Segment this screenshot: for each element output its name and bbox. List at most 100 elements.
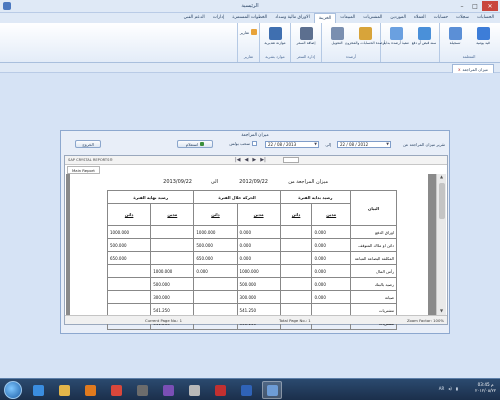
taskbar-app[interactable] (80, 381, 100, 399)
ribbon-tab[interactable]: الدعم الفني (180, 13, 209, 23)
ribbon-group-buttons: أرصدة الحسابات والمخزون التحويل (324, 25, 385, 53)
ribbon-group-label: المتعلمة (462, 54, 476, 59)
ribbon-button[interactable]: التحويل (324, 25, 350, 53)
from-date-field[interactable]: 22 / 08 / 2012 ▼ (337, 141, 391, 148)
taskbar-app[interactable] (210, 381, 230, 399)
ie-icon (32, 384, 44, 396)
prev-page-icon[interactable]: ◀ (245, 157, 249, 164)
ribbon-button[interactable]: أرصدة الحسابات والمخزون (345, 25, 385, 53)
taskbar-app[interactable] (54, 381, 74, 399)
ribbon-button[interactable]: سند قبض أو دفع (411, 25, 437, 53)
credit-header: دائن (106, 203, 152, 226)
ribbon-group-buttons: سند قبض أو دفع تنفيذ أرصدة بداية (383, 25, 437, 53)
start-button[interactable] (4, 381, 22, 399)
ribbon-group-buttons: موازنة تقديرية (262, 25, 288, 53)
checkbox-box[interactable] (252, 141, 257, 146)
to-date-field[interactable]: 22 / 08 / 2013 ▼ (265, 141, 319, 148)
scroll-up-icon[interactable]: ▲ (438, 174, 445, 181)
taskbar-app[interactable] (184, 381, 204, 399)
taskbar-app[interactable] (236, 381, 256, 399)
table-row: المكلفة البضاعة المباعة 0.000 0.000 650.000… (106, 251, 397, 265)
amount-cell: 300.000 (236, 290, 281, 304)
close-button[interactable]: ✕ (482, 1, 498, 11)
period-movement-header: الحركة خلال الفترة (193, 190, 281, 204)
ribbon-tab[interactable]: العملاء (410, 13, 430, 23)
last-page-icon[interactable]: ▶| (260, 157, 266, 164)
zoom-status: Zoom Factor: 100% (406, 318, 444, 323)
ribbon-tab[interactable]: المبيعات (336, 13, 359, 23)
account-cell: اوراق الدفع (350, 225, 397, 239)
ribbon-button[interactable]: إضافة السعر (293, 25, 319, 53)
account-cell: صيانة (350, 290, 397, 304)
ribbon-tab[interactable]: الخزينة (313, 13, 337, 23)
ribbon-button-label: موازنة تقديرية (264, 41, 286, 45)
folder-stack-icon (358, 27, 372, 40)
amount-cell (106, 264, 152, 278)
document-tab-trial-balance[interactable]: x ميزان المراجعة (452, 64, 494, 73)
network-icon[interactable]: ▮ (456, 386, 458, 391)
ribbon-group-label: موارد بشرية (265, 54, 285, 59)
ribbon-tab[interactable]: الخطوات المستمرة (228, 13, 271, 23)
amount-cell: 300.000 (150, 290, 195, 304)
ribbon-tab[interactable]: الاوراق مالية وسداد (271, 13, 314, 23)
word-icon (240, 384, 252, 396)
amount-cell: 1000.000 (106, 225, 152, 239)
ribbon-tab[interactable]: سجلات (452, 13, 473, 23)
ribbon-button[interactable]: تسجيلة (442, 25, 468, 53)
dropdown-arrow-icon[interactable]: ▼ (314, 142, 317, 147)
report-page: ميزان المراجعة من 2012/09/22 الى 2013/09… (70, 174, 428, 330)
ribbon-button[interactable]: موازنة تقديرية (262, 25, 288, 53)
dropdown-arrow-icon[interactable]: ▼ (386, 142, 389, 147)
chrome-icon (110, 384, 122, 396)
minimize-button[interactable]: – (456, 1, 468, 11)
scroll-down-icon[interactable]: ▼ (438, 308, 445, 315)
ribbon-tab[interactable]: الحسابات (473, 13, 498, 23)
maximize-button[interactable]: □ (469, 1, 481, 11)
amount-cell (193, 277, 238, 291)
amount-cell: 0.000 (236, 225, 281, 239)
ribbon-button[interactable]: قيد يومية (470, 25, 496, 53)
clock[interactable]: 03:45 م ٢٠١٢/٠٨/٢٢ (475, 382, 496, 394)
taskbar-app[interactable] (106, 381, 126, 399)
report-icon (251, 29, 257, 35)
close-tab-icon[interactable]: x (458, 67, 460, 72)
reports-button[interactable]: تقارير (240, 29, 257, 35)
amount-cell: 1000.000 (236, 264, 281, 278)
page-number-input[interactable] (283, 157, 299, 163)
media-player-icon (84, 384, 96, 396)
amount-cell: 0.000 (311, 238, 351, 252)
scroll-thumb[interactable] (439, 183, 445, 219)
main-report-tab[interactable]: Main Report (67, 166, 100, 174)
exit-button[interactable]: الخروج (75, 140, 101, 148)
ribbon-tab[interactable]: الموردين (386, 13, 410, 23)
table-row: رصيد بالبنك 0.000 500.000 500.000 (106, 277, 397, 291)
ribbon-tab[interactable]: المشتريات (359, 13, 386, 23)
ribbon-tab[interactable]: إدارات (209, 13, 229, 23)
taskbar-app[interactable] (28, 381, 48, 399)
report-window-title: ميزان المراجعة (241, 133, 269, 138)
document-tabbar: x ميزان المراجعة (0, 63, 500, 73)
transfer-icon (330, 27, 344, 40)
ribbon-group-label: أرصدة (345, 54, 357, 59)
debit-header: مدين (150, 203, 195, 226)
zero-balance-checkbox[interactable]: سحب بولس (229, 141, 257, 146)
ribbon-button-label: إضافة السعر (296, 41, 316, 45)
amount-cell (150, 238, 195, 252)
vertical-scrollbar[interactable]: ▲ ▼ (436, 174, 446, 315)
query-button[interactable]: استعلام (177, 140, 213, 148)
taskbar-app[interactable] (262, 381, 282, 399)
next-page-icon[interactable]: ▶ (252, 157, 256, 164)
ribbon-button[interactable]: تنفيذ أرصدة بداية (383, 25, 409, 53)
statement-column-header: البيان (350, 190, 397, 226)
windows-taskbar: AR ◂) ▮ 03:45 م ٢٠١٢/٠٨/٢٢ (0, 378, 500, 400)
ribbon-tab[interactable]: حسابات (430, 13, 452, 23)
first-page-icon[interactable]: |◀ (235, 157, 241, 164)
page-navigation: |◀ ◀ ▶ ▶| (235, 157, 266, 164)
from-date-value: 22 / 08 / 2012 (340, 142, 369, 147)
trial-balance-body: اوراق الدفع 0.000 0.000 1000.000 1000.000 دائ… (106, 225, 397, 330)
language-indicator[interactable]: AR (439, 386, 445, 391)
taskbar-app[interactable] (132, 381, 152, 399)
taskbar-app[interactable] (158, 381, 178, 399)
volume-icon[interactable]: ◂) (448, 386, 452, 391)
ribbon-group: قيد يومية تسجيلة المتعلمة (439, 23, 498, 62)
